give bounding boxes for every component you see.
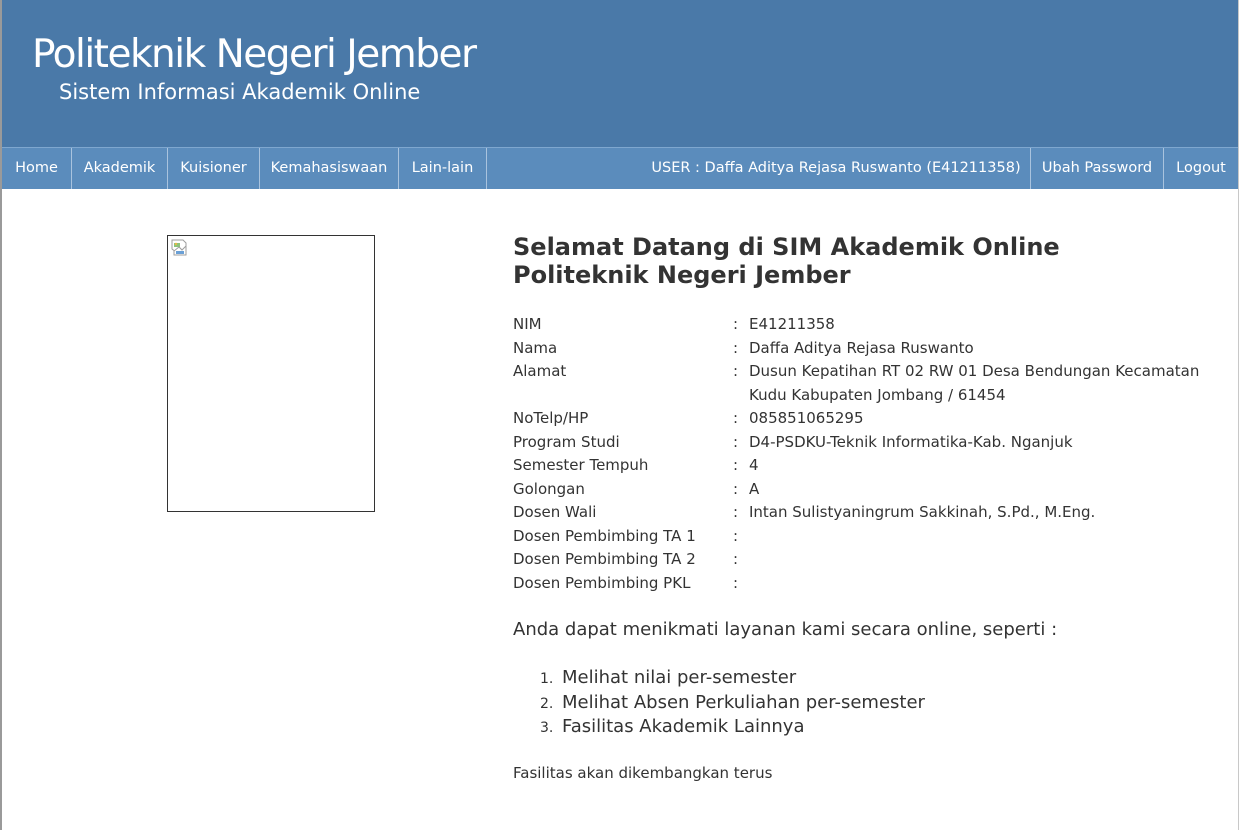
profile-colon: : xyxy=(733,432,739,451)
welcome-title-line2: Politeknik Negeri Jember xyxy=(513,261,851,289)
profile-label: Dosen Pembimbing TA 1 xyxy=(513,526,696,545)
profile-colon: : xyxy=(733,409,739,427)
welcome-title-line1: Selamat Datang di SIM Akademik Online xyxy=(513,233,1060,261)
main-navbar: Home Akademik Kuisioner Kemahasiswaan La… xyxy=(2,147,1238,189)
profile-label: Program Studi xyxy=(513,432,620,451)
profile-label: Golongan xyxy=(513,479,585,498)
footer-note: Fasilitas akan dikembangkan terus xyxy=(513,764,773,782)
profile-value: Dusun Kepatihan RT 02 RW 01 Desa Bendung… xyxy=(749,362,1200,404)
profile-label: Dosen Pembimbing TA 2 xyxy=(513,550,696,568)
profile-row-alamat: Alamat : Dusun Kepatihan RT 02 RW 01 Des… xyxy=(513,360,1219,407)
profile-colon: : xyxy=(733,573,739,592)
user-info-label: USER : Daffa Aditya Rejasa Ruswanto (E41… xyxy=(651,160,1021,176)
broken-image-icon xyxy=(171,239,187,256)
services-intro: Anda dapat menikmati layanan kami secara… xyxy=(513,619,1058,640)
list-item-text: Melihat nilai per-semester xyxy=(562,667,797,688)
profile-row-dosen-ta2: Dosen Pembimbing TA 2 : xyxy=(513,548,1219,572)
profile-colon: : xyxy=(733,479,739,498)
nav-kemahasiswaan-link[interactable]: Kemahasiswaan xyxy=(260,148,398,189)
profile-label: Alamat xyxy=(513,362,567,380)
list-item: 2. Melihat Absen Perkuliahan per-semester xyxy=(540,691,925,716)
profile-colon: : xyxy=(733,338,739,357)
profile-row-nama: Nama : Daffa Aditya Rejasa Ruswanto xyxy=(513,337,1219,361)
student-profile: NIM : E41211358 Nama : Daffa Aditya Reja… xyxy=(513,313,1219,595)
profile-label: Dosen Wali xyxy=(513,503,597,521)
profile-row-dosen-ta1: Dosen Pembimbing TA 1 : xyxy=(513,525,1219,549)
profile-value: E41211358 xyxy=(749,315,835,333)
list-item-number: 1. xyxy=(540,671,554,687)
profile-row-semester: Semester Tempuh : 4 xyxy=(513,454,1219,478)
profile-row-notelp: NoTelp/HP : 085851065295 xyxy=(513,407,1219,431)
nav-kuisioner-link[interactable]: Kuisioner xyxy=(168,148,259,189)
list-item: 3. Fasilitas Akademik Lainnya xyxy=(540,715,925,740)
profile-colon: : xyxy=(733,550,739,568)
profile-label: NIM xyxy=(513,315,542,333)
ubah-password-link[interactable]: Ubah Password xyxy=(1031,148,1163,189)
list-item-text: Melihat Absen Perkuliahan per-semester xyxy=(562,691,925,713)
nav-separator xyxy=(486,148,487,189)
profile-value: Intan Sulistyaningrum Sakkinah, S.Pd., M… xyxy=(749,503,1096,521)
list-item-number: 3. xyxy=(540,720,554,736)
profile-value xyxy=(749,572,1219,596)
logout-link[interactable]: Logout xyxy=(1164,148,1238,189)
profile-value xyxy=(749,525,1219,549)
services-list: 1. Melihat nilai per-semester 2. Melihat A… xyxy=(540,666,925,740)
profile-label: Semester Tempuh xyxy=(513,456,649,474)
site-header: Politeknik Negeri Jember Sistem Informas… xyxy=(2,0,1238,147)
profile-label: NoTelp/HP xyxy=(513,409,589,427)
profile-colon: : xyxy=(733,456,739,474)
profile-value: 4 xyxy=(749,456,759,474)
profile-label: Dosen Pembimbing PKL xyxy=(513,573,691,592)
nav-lain-lain-link[interactable]: Lain-lain xyxy=(399,148,486,189)
profile-value xyxy=(749,548,1219,572)
nav-akademik-link[interactable]: Akademik xyxy=(72,148,167,189)
list-item-number: 2. xyxy=(540,695,554,712)
list-item-text: Fasilitas Akademik Lainnya xyxy=(562,716,805,737)
profile-row-golongan: Golongan : A xyxy=(513,478,1219,502)
profile-row-dosen-pkl: Dosen Pembimbing PKL : xyxy=(513,572,1219,596)
list-item: 1. Melihat nilai per-semester xyxy=(540,666,925,691)
site-subtitle: Sistem Informasi Akademik Online xyxy=(59,80,421,104)
profile-value: A xyxy=(749,479,760,498)
profile-row-nim: NIM : E41211358 xyxy=(513,313,1219,337)
profile-colon: : xyxy=(733,362,739,380)
profile-row-program-studi: Program Studi : D4-PSDKU-Teknik Informat… xyxy=(513,431,1219,455)
nav-home-link[interactable]: Home xyxy=(2,148,71,189)
welcome-heading: Selamat Datang di SIM Akademik Online Po… xyxy=(513,233,1060,289)
profile-value: 085851065295 xyxy=(749,409,864,427)
site-title: Politeknik Negeri Jember xyxy=(32,32,477,77)
profile-colon: : xyxy=(733,315,739,333)
profile-value: D4-PSDKU-Teknik Informatika-Kab. Nganjuk xyxy=(749,432,1073,451)
profile-colon: : xyxy=(733,526,739,545)
profile-row-dosen-wali: Dosen Wali : Intan Sulistyaningrum Sakki… xyxy=(513,501,1219,525)
profile-value: Daffa Aditya Rejasa Ruswanto xyxy=(749,338,974,357)
profile-colon: : xyxy=(733,503,739,521)
profile-label: Nama xyxy=(513,338,558,357)
student-photo xyxy=(167,235,375,512)
